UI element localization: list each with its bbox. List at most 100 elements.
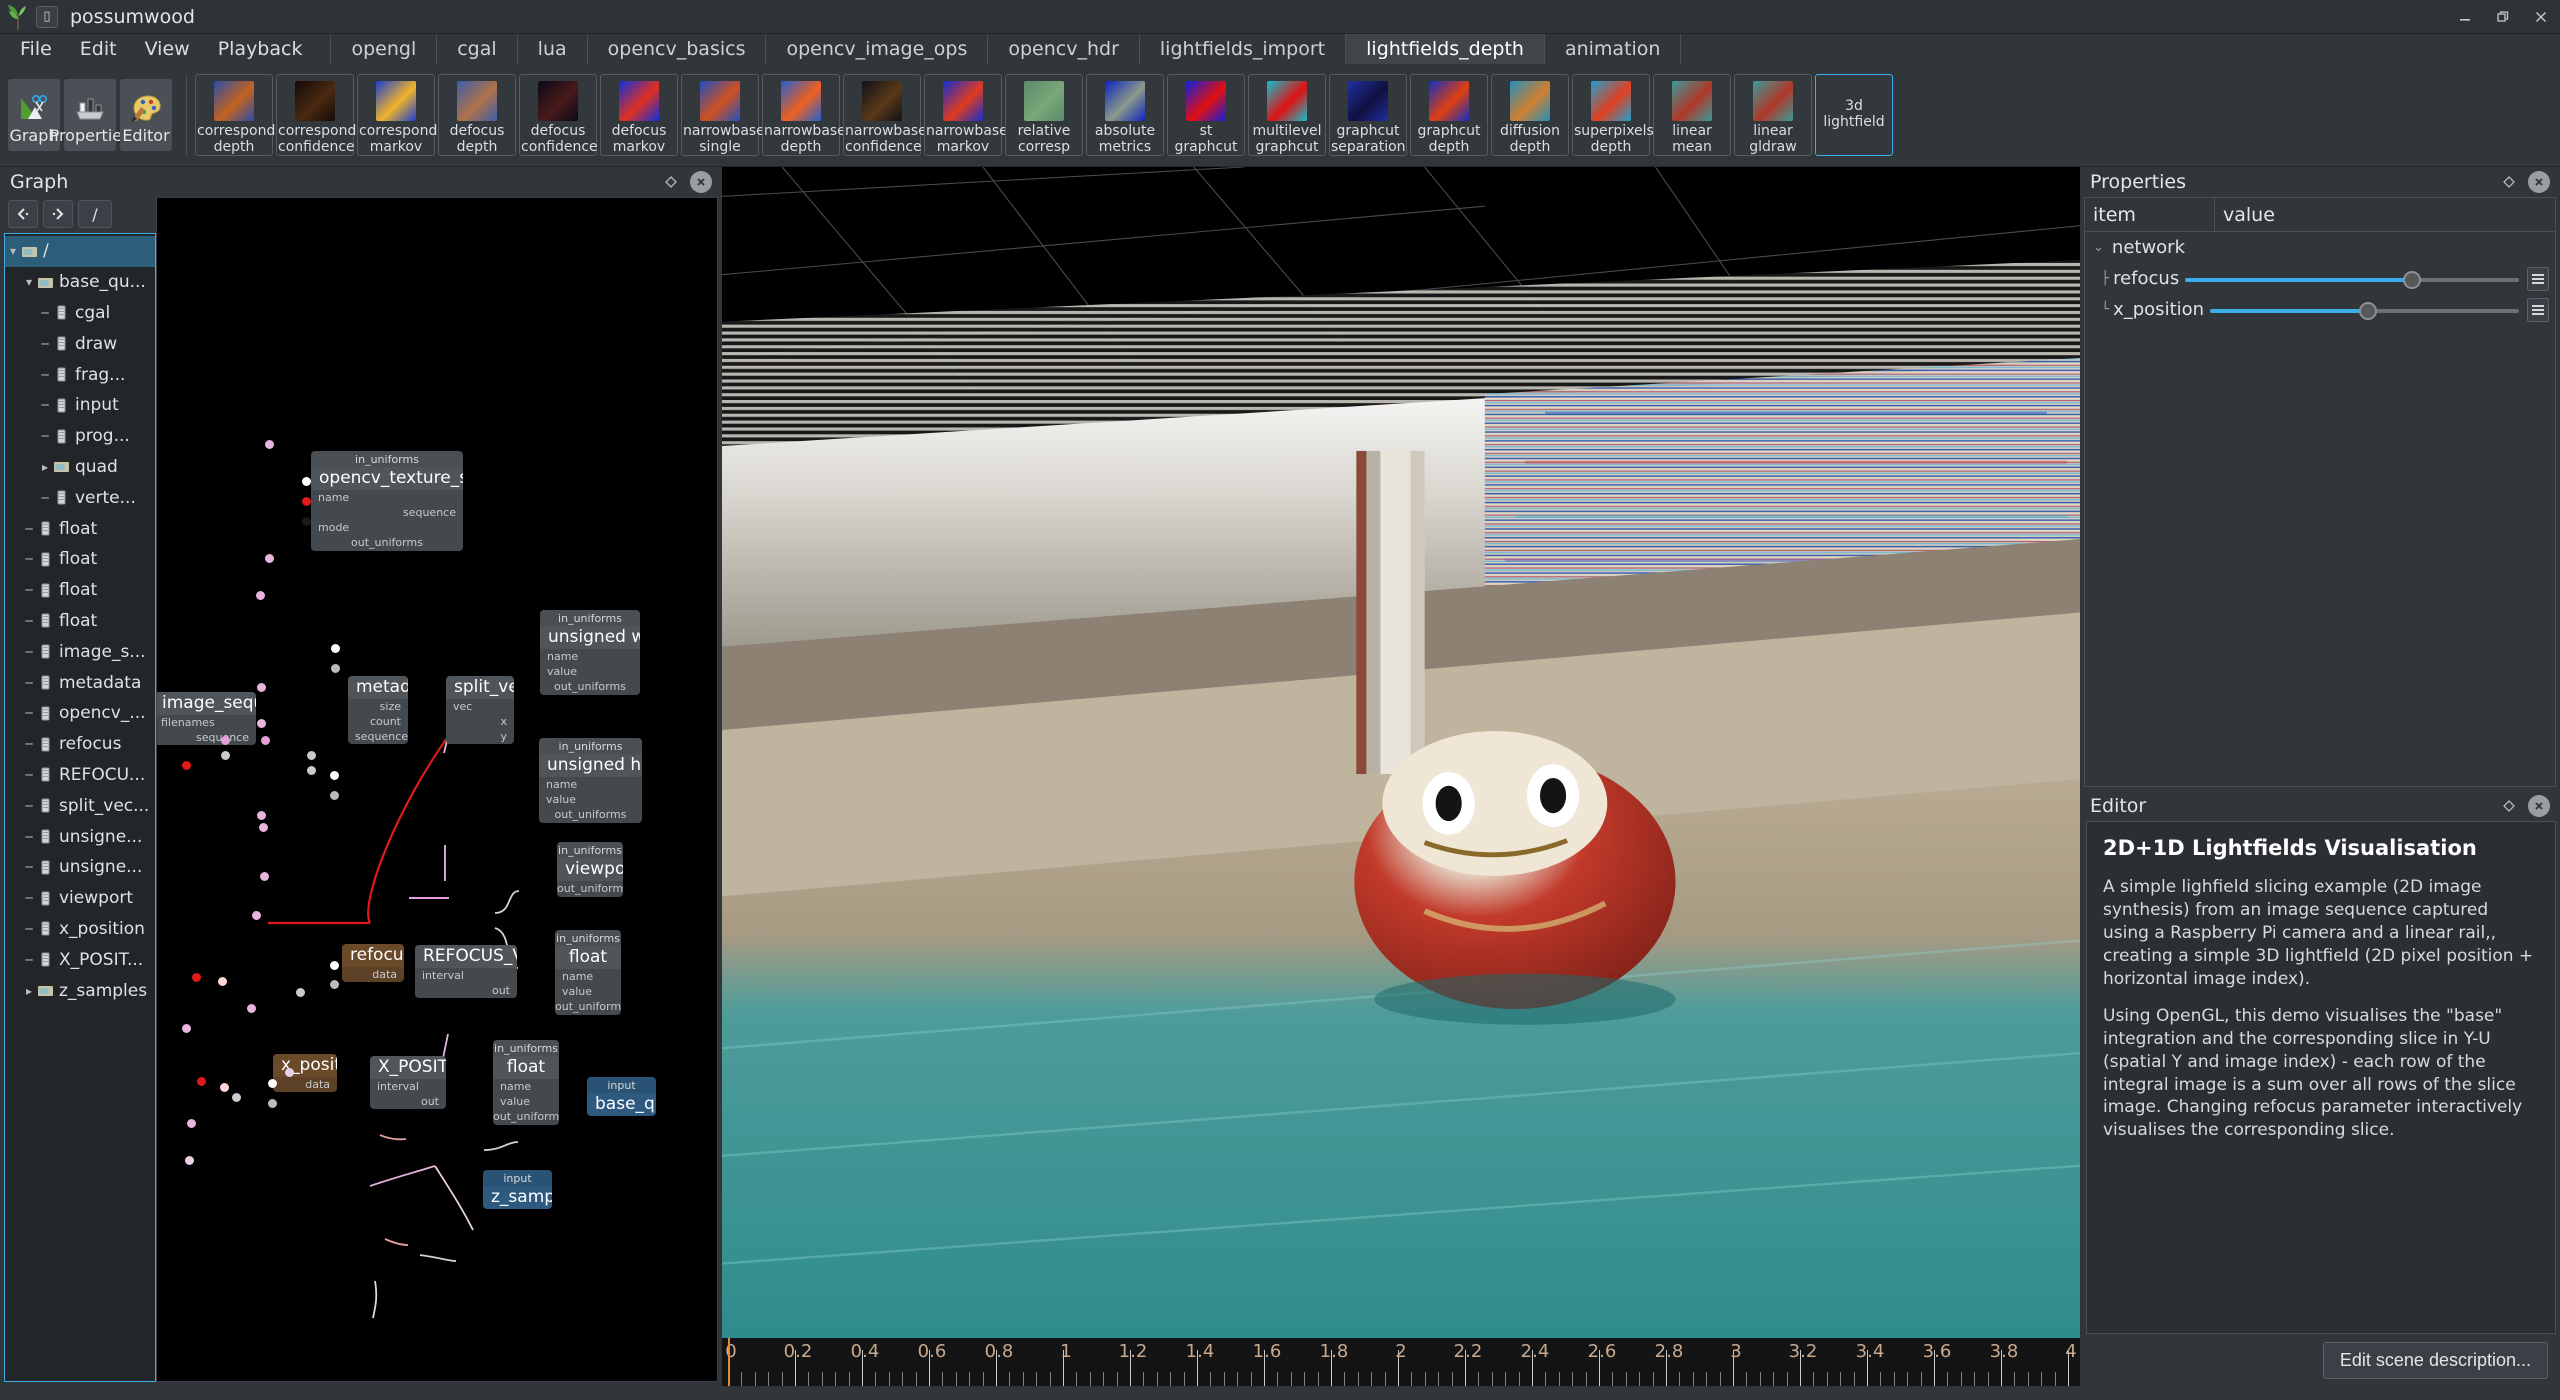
node-port-x[interactable]: x [446,714,514,729]
node-graph-canvas[interactable]: in_uniformsopencv_texture_sequencenamese… [156,197,718,1382]
node-port-dot[interactable] [329,790,339,800]
preset-diffusion-depth[interactable]: diffusion depth [1491,74,1569,156]
node-port-count[interactable]: count [348,714,408,729]
close-icon[interactable] [2528,171,2550,193]
timeline-ruler[interactable]: 0 0.2 0.4 0.6 0.8 1 1.2 1.4 1.6 1.8 2 2.2 2.4 2.6 2.8 3… [722,1338,2080,1386]
tree-item-unsigne[interactable]: ─ unsigne... [5,852,155,883]
tree-item-prog[interactable]: ─ prog... [5,421,155,452]
graph-node-split_vec2u[interactable]: split_vec2uvecxy [446,676,514,744]
tab-opencv-basics[interactable]: opencv_basics [586,34,766,64]
chevron-down-icon[interactable]: ▾ [21,275,37,289]
close-icon[interactable] [690,171,712,193]
node-port-dot[interactable] [284,1067,294,1077]
node-port-dot[interactable] [306,750,316,760]
node-port-dot[interactable] [301,516,311,526]
properties-group-network[interactable]: ⌄ network [2085,232,2555,263]
preset-correspondence-confidence[interactable]: correspondence confidence [276,74,390,156]
tab-opengl[interactable]: opengl [330,34,437,64]
hamburger-icon[interactable] [2527,266,2549,291]
graph-node-unsigned_height[interactable]: in_uniformsunsigned heightnamevalueout_u… [539,738,642,823]
tab-opencv-image-ops[interactable]: opencv_image_ops [765,34,988,64]
node-port-data[interactable]: data [273,1077,337,1092]
node-port-value[interactable]: value [539,792,642,807]
properties-mode-button[interactable]: Properties [50,79,130,151]
node-port-sequence[interactable]: sequence [311,505,463,520]
node-port-dot[interactable] [255,590,265,600]
node-port-out[interactable]: out [370,1094,446,1109]
node-port-dot[interactable] [186,1118,196,1128]
preset-3d-lightfield[interactable]: 3d lightfield [1815,74,1893,156]
tree-item-x_position[interactable]: ─ x_position [5,914,155,945]
ruler-playhead[interactable] [728,1338,730,1386]
node-port-dot[interactable] [181,1023,191,1033]
preset-strip[interactable]: correspondence depth correspondence confide… [193,64,1897,166]
tree-item-unsigne[interactable]: ─ unsigne... [5,821,155,852]
chevron-right-icon[interactable]: ▸ [21,984,37,998]
graph-node-unsigned_width[interactable]: in_uniformsunsigned widthnamevalueout_un… [540,610,640,695]
preset-correspondence-markov[interactable]: correspondence markov [357,74,471,156]
node-port-dot[interactable] [264,553,274,563]
close-icon[interactable] [2522,0,2560,34]
node-port-name[interactable]: name [539,777,642,792]
menu-playback[interactable]: Playback [204,36,317,63]
menu-edit[interactable]: Edit [66,36,131,63]
preset-correspondence-depth[interactable]: correspondence depth [195,74,309,156]
node-port-dot[interactable] [191,972,201,982]
tree-item-REFOCU[interactable]: ─ REFOCU... [5,760,155,791]
preset-superpixels-depth[interactable]: superpixels depth [1572,74,1654,156]
preset-defocus-markov[interactable]: defocus markov [600,74,678,156]
node-port-dot[interactable] [264,439,274,449]
node-port-dot[interactable] [306,765,316,775]
preset-narrowbase-markov[interactable]: narrowbase markov [924,74,1008,156]
node-port-dot[interactable] [258,822,268,832]
minimize-icon[interactable] [2446,0,2484,34]
menu-file[interactable]: File [6,36,66,63]
node-port-y[interactable]: y [446,729,514,744]
node-port-dot[interactable] [329,979,339,989]
preset-relative-corresp[interactable]: relative corresp [1005,74,1083,156]
node-port-dot[interactable] [196,1076,206,1086]
menu-view[interactable]: View [131,36,204,63]
node-port-dot[interactable] [246,1003,256,1013]
node-port-out[interactable]: out [415,983,517,998]
hamburger-icon[interactable] [2527,297,2549,322]
tree-item-input[interactable]: ─ input [5,390,155,421]
x-position-slider[interactable] [2210,300,2519,320]
node-port-dot[interactable] [219,1082,229,1092]
node-port-name[interactable]: name [555,969,621,984]
tab-animation[interactable]: animation [1543,34,1682,64]
node-port-dot[interactable] [260,735,270,745]
tree-item-base_qu[interactable]: ▾ base_qu... [5,267,155,298]
float-icon[interactable] [2498,171,2520,193]
tree-item-verte[interactable]: ─ verte... [5,482,155,513]
preset-narrowbase-depth[interactable]: narrowbase depth [762,74,846,156]
node-port-dot[interactable] [329,770,339,780]
tree-item-X_POSIT[interactable]: ─ X_POSIT... [5,944,155,975]
graph-node-x_position[interactable]: x_positiondata [273,1054,337,1092]
tab-lightfields-depth[interactable]: lightfields_depth [1345,34,1544,64]
node-port-dot[interactable] [329,960,339,970]
node-port-dot[interactable] [259,871,269,881]
tab-opencv-hdr[interactable]: opencv_hdr [987,34,1139,64]
graph-node-image_sequence[interactable]: image_sequencefilenamessequence [157,692,256,745]
tab-lightfields-import[interactable]: lightfields_import [1138,34,1346,64]
tree-item-opencv_[interactable]: ─ opencv_... [5,698,155,729]
tree-item-frag[interactable]: ─ frag... [5,359,155,390]
graph-node-opencv_texture_sequence[interactable]: in_uniformsopencv_texture_sequencenamese… [311,451,463,551]
graph-node-refocus[interactable]: refocusdata [342,944,404,982]
preset-multilevel-graphcut[interactable]: multilevel graphcut [1248,74,1326,156]
node-port-dot[interactable] [184,1155,194,1165]
tree-item-float[interactable]: ─ float [5,606,155,637]
tree-item-float[interactable]: ─ float [5,575,155,606]
node-port-dot[interactable] [301,496,311,506]
node-port-dot[interactable] [217,976,227,986]
node-port-dot[interactable] [181,760,191,770]
tree-item-float[interactable]: ─ float [5,544,155,575]
graph-node-z_samples[interactable]: inputz_samples [483,1170,552,1209]
preset-linear-mean[interactable]: linear mean [1653,74,1731,156]
node-port-dot[interactable] [220,750,230,760]
property-row-x-position[interactable]: └ x_position [2085,294,2555,325]
node-port-value[interactable]: value [493,1094,559,1109]
tree-item-quad[interactable]: ▸ quad [5,452,155,483]
gl-render-view[interactable] [722,167,2080,1338]
